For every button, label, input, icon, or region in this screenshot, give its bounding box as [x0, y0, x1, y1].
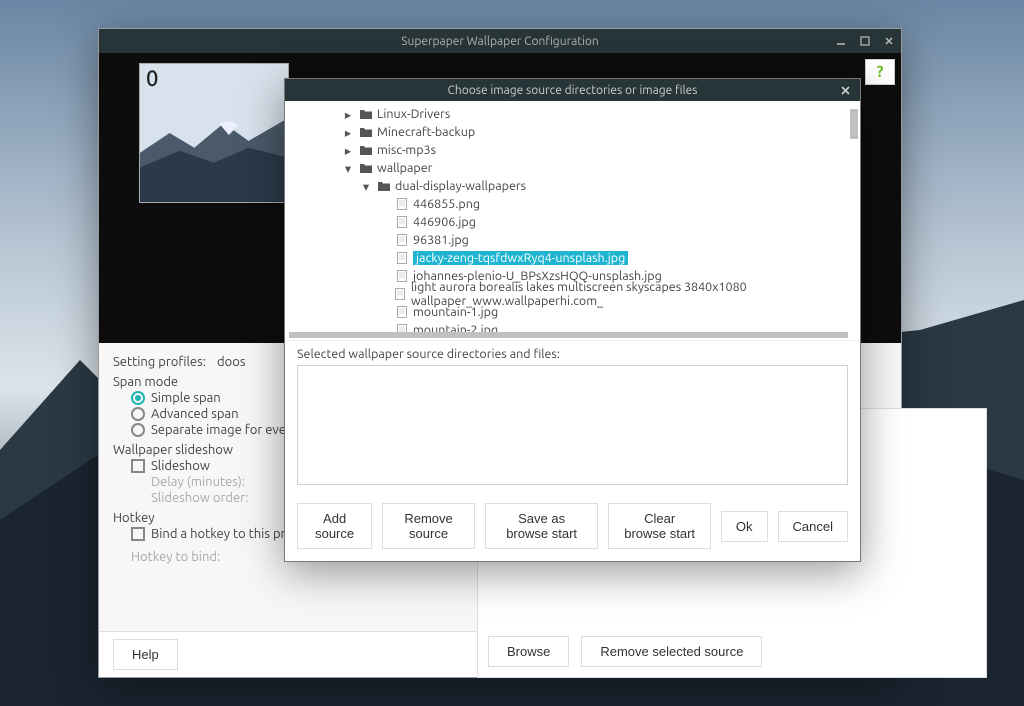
- cancel-button[interactable]: Cancel: [778, 511, 848, 542]
- file-icon: [395, 251, 409, 265]
- window-close-button[interactable]: [877, 29, 901, 53]
- selected-sources-list[interactable]: [297, 365, 848, 485]
- tree-item[interactable]: ▸ Linux-Drivers: [285, 105, 860, 123]
- file-icon: [395, 269, 409, 283]
- tree-item[interactable]: ▾ wallpaper: [285, 159, 860, 177]
- add-source-button[interactable]: Add source: [297, 503, 372, 549]
- folder-icon: [359, 125, 373, 139]
- tree-item-label: dual-display-wallpapers: [395, 179, 526, 193]
- choose-image-dialog: Choose image source directories or image…: [284, 78, 861, 562]
- browse-button[interactable]: Browse: [488, 636, 569, 667]
- radio-icon: [131, 407, 145, 421]
- dialog-close-button[interactable]: [834, 79, 856, 101]
- chevron-down-icon[interactable]: ▾: [341, 161, 355, 176]
- help-button[interactable]: Help: [113, 639, 178, 670]
- checkbox-icon: [131, 527, 145, 541]
- tree-item[interactable]: ▸ misc-mp3s: [285, 141, 860, 159]
- tree-item-label: 96381.jpg: [413, 233, 469, 247]
- folder-icon: [359, 107, 373, 121]
- ok-button[interactable]: Ok: [721, 511, 768, 542]
- tree-item-label: 446855.png: [413, 197, 480, 211]
- profiles-select[interactable]: doos: [217, 355, 245, 369]
- window-minimize-button[interactable]: [829, 29, 853, 53]
- tree-item-label: jacky-zeng-tqsfdwxRyq4-unsplash.jpg: [413, 251, 628, 265]
- folder-icon: [359, 143, 373, 157]
- tree-item[interactable]: light aurora borealis lakes multiscreen …: [285, 285, 860, 303]
- window-title: Superpaper Wallpaper Configuration: [99, 35, 901, 48]
- help-icon[interactable]: ?: [865, 59, 895, 85]
- tree-item[interactable]: ▾ dual-display-wallpapers: [285, 177, 860, 195]
- dialog-title: Choose image source directories or image…: [448, 84, 698, 97]
- window-titlebar: Superpaper Wallpaper Configuration: [99, 29, 901, 53]
- tree-item[interactable]: jacky-zeng-tqsfdwxRyq4-unsplash.jpg: [285, 249, 860, 267]
- tree-item[interactable]: ▸ Minecraft-backup: [285, 123, 860, 141]
- checkbox-icon: [131, 459, 145, 473]
- radio-icon: [131, 423, 145, 437]
- file-icon: [395, 215, 409, 229]
- folder-icon: [359, 161, 373, 175]
- tree-item-label: 446906.jpg: [413, 215, 476, 229]
- display-preview-thumb[interactable]: 0: [139, 63, 289, 203]
- clear-browse-start-button[interactable]: Clear browse start: [608, 503, 711, 549]
- chevron-right-icon[interactable]: ▸: [341, 125, 355, 140]
- file-tree[interactable]: ▸ Linux-Drivers ▸ Minecraft-backup ▸ misc-mp3…: [285, 101, 860, 341]
- window-maximize-button[interactable]: [853, 29, 877, 53]
- file-icon: [395, 197, 409, 211]
- radio-selected-icon: [131, 391, 145, 405]
- tree-item-label: wallpaper: [377, 161, 432, 175]
- tree-item[interactable]: 96381.jpg: [285, 231, 860, 249]
- tree-item-label: misc-mp3s: [377, 143, 436, 157]
- file-icon: [395, 233, 409, 247]
- tree-vscrollbar[interactable]: [850, 109, 858, 139]
- tree-item-label: Minecraft-backup: [377, 125, 475, 139]
- tree-item[interactable]: 446906.jpg: [285, 213, 860, 231]
- tree-item-label: light aurora borealis lakes multiscreen …: [411, 280, 860, 308]
- hotkey-bind-label: Hotkey to bind:: [131, 550, 220, 564]
- tree-item-label: Linux-Drivers: [377, 107, 450, 121]
- chevron-right-icon[interactable]: ▸: [341, 143, 355, 158]
- folder-icon: [377, 179, 391, 193]
- display-index-label: 0: [146, 66, 158, 91]
- file-icon: [393, 287, 407, 301]
- remove-selected-source-button[interactable]: Remove selected source: [581, 636, 762, 667]
- dialog-titlebar: Choose image source directories or image…: [285, 79, 860, 101]
- tree-item-label: mountain-1.jpg: [413, 305, 498, 319]
- dialog-button-row: Add source Remove source Save as browse …: [285, 493, 860, 561]
- chevron-right-icon[interactable]: ▸: [341, 107, 355, 122]
- save-browse-start-button[interactable]: Save as browse start: [485, 503, 599, 549]
- chevron-down-icon[interactable]: ▾: [359, 179, 373, 194]
- remove-source-button[interactable]: Remove source: [382, 503, 475, 549]
- tree-hscrollbar[interactable]: [289, 332, 848, 338]
- file-icon: [395, 305, 409, 319]
- selected-sources-label: Selected wallpaper source directories an…: [285, 341, 860, 365]
- tree-item[interactable]: 446855.png: [285, 195, 860, 213]
- profiles-label: Setting profiles:: [113, 355, 213, 369]
